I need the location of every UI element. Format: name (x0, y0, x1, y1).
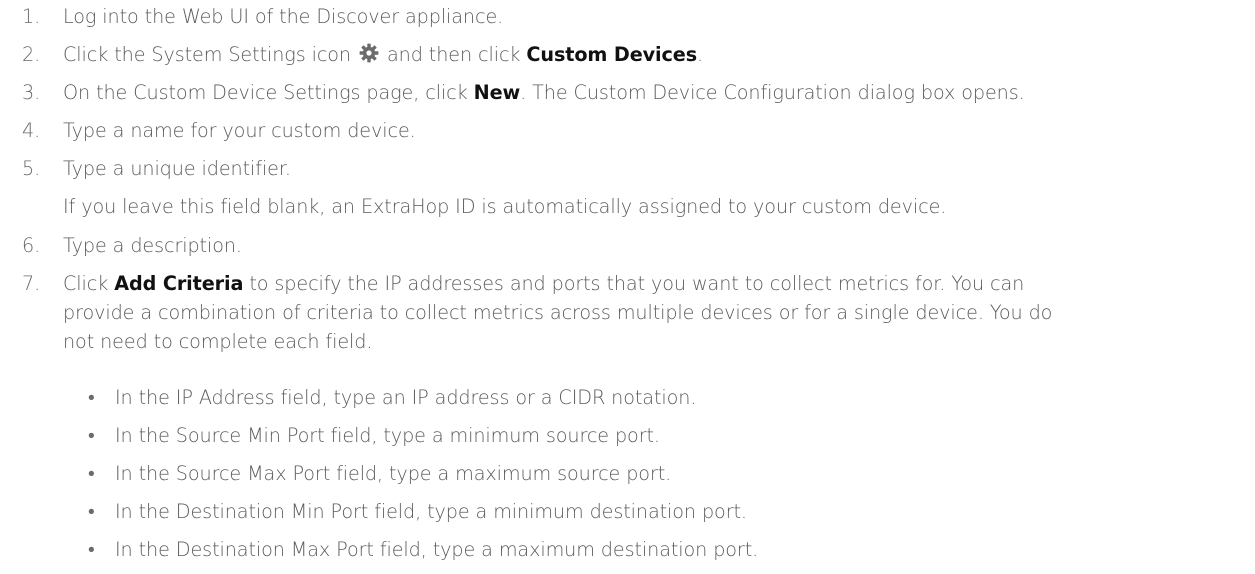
step-number: 2. (22, 43, 41, 66)
add-criteria-label: Add Criteria (114, 272, 244, 295)
step-text-part: . The Custom Device Configuration dialog… (520, 81, 1025, 104)
step-text: Type a unique identifier. (63, 157, 291, 180)
custom-devices-label: Custom Devices (526, 43, 698, 66)
step-7-line-1: Click Add Criteria to specify the IP add… (63, 269, 1243, 298)
bullet-icon: • (88, 386, 95, 409)
step-text-part: On the Custom Device Settings page, clic… (63, 81, 468, 104)
bullet-text: In the Source Min Port field, type a min… (115, 424, 660, 447)
step-text: On the Custom Device Settings page, clic… (63, 78, 1025, 107)
gear-icon (359, 42, 379, 63)
bullet-icon: • (88, 500, 95, 523)
step-text: Log into the Web UI of the Discover appl… (63, 5, 504, 28)
bullet-text: In the Destination Min Port field, type … (115, 500, 747, 523)
step-number: 3. (22, 81, 41, 104)
step-text-part: and then click (386, 43, 521, 66)
bullet-icon: • (88, 424, 95, 447)
step-number: 6. (22, 234, 41, 257)
bullet-icon: • (88, 538, 95, 561)
step-text-part: to specify the IP addresses and ports th… (249, 272, 1025, 295)
step-7-line-3: not need to complete each field. (63, 330, 373, 353)
bullet-text: In the Source Max Port field, type a max… (115, 462, 672, 485)
step-5-note: If you leave this field blank, an ExtraH… (63, 195, 947, 218)
step-number: 4. (22, 119, 41, 142)
bullet-text: In the Destination Max Port field, type … (115, 538, 759, 561)
step-7-line-2: provide a combination of criteria to col… (63, 301, 1053, 324)
bullet-icon: • (88, 462, 95, 485)
step-number: 5. (22, 157, 41, 180)
new-label: New (473, 81, 521, 104)
step-number: 1. (22, 5, 41, 28)
step-text: Click the System Settings icon and then … (63, 40, 703, 69)
instructions-document: 1. Log into the Web UI of the Discover a… (0, 0, 1255, 574)
bullet-text: In the IP Address field, type an IP addr… (115, 386, 697, 409)
step-text: Type a name for your custom device. (63, 119, 416, 142)
step-text-part: Click (63, 272, 109, 295)
step-text-part: . (697, 43, 704, 66)
step-7-text: Click Add Criteria to specify the IP add… (63, 269, 1243, 356)
step-text-part: Click the System Settings icon (63, 43, 351, 66)
step-text: Type a description. (63, 234, 242, 257)
step-number: 7. (22, 272, 41, 295)
